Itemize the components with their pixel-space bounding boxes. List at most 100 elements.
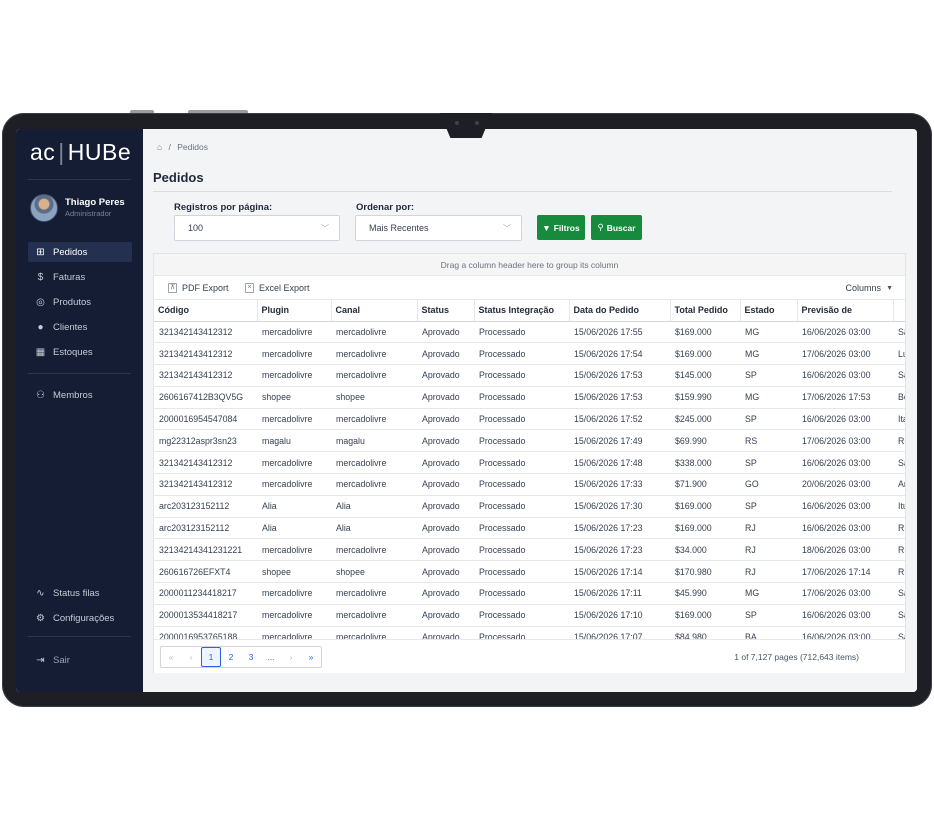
table-cell: Aprovado [417,321,474,344]
sidebar-item-estoques[interactable]: ▦ Estoques [28,342,132,362]
table-cell: 15/06/2026 17:30 [569,495,670,518]
table-cell: Aprovado [417,342,474,366]
table-cell: 321342143412312 [154,364,257,387]
table-row[interactable]: 321342143412312 mercadolivre mercadolivre A… [154,342,905,366]
column-header[interactable]: Previsão de [797,300,894,322]
order-select[interactable]: Mais Recentes ﹀ [355,215,522,241]
column-header[interactable]: Canal [331,300,418,322]
logout-label: Sair [53,654,70,666]
sidebar: ac | HUBe Thiago Peres Administrador ⊞ Ped… [16,129,143,692]
prev-page-button[interactable]: ‹ [181,647,201,667]
excel-icon: × [245,283,254,293]
last-page-button[interactable]: » [301,647,321,667]
table-row[interactable]: 2000016954547084 mercadolivre mercadolivre… [154,408,905,431]
table-row[interactable]: 321342143412312 mercadolivre mercadolivre A… [154,321,905,344]
page-2-button[interactable]: 2 [221,647,241,667]
table-row[interactable]: arc203123152112 Alia Alia Aprovado Processad… [154,495,905,518]
table-row[interactable]: arc203123152112 Alia Alia Aprovado Processad… [154,517,905,540]
column-header[interactable]: Data do Pedido [569,300,671,322]
table-cell: 16/06/2026 03:00 [797,604,893,627]
column-header[interactable]: Status Integração [474,300,570,322]
table-cell: mercadolivre [257,408,331,431]
sidebar-item-faturas[interactable]: $ Faturas [28,267,132,287]
table-cell: $71.900 [670,473,740,496]
sidebar-item-configuracoes[interactable]: ⚙ Configurações [28,608,132,628]
table-cell: Ri [893,517,905,540]
table-cell: mercadolivre [257,538,331,562]
table-row[interactable]: 2000013534418217 mercadolivre mercadolivre… [154,604,905,627]
sidebar-item-label: Estoques [53,346,93,358]
table-cell: mercadolivre [331,342,417,366]
filter-button[interactable]: ▼ Filtros [537,215,585,240]
order-label: Ordenar por: [356,202,415,213]
column-header[interactable]: Status [417,300,475,322]
table-cell: 16/06/2026 03:00 [797,517,893,540]
sidebar-item-produtos[interactable]: ◎ Produtos [28,292,132,312]
table-cell: mercadolivre [331,604,417,627]
table-row[interactable]: 2606167412B3QV5G shopee shopee Aprovado Proc… [154,386,905,409]
table-cell: mercadolivre [331,473,417,496]
table-cell: magalu [331,429,417,453]
main-content: ⌂ / Pedidos Pedidos Registros por página… [143,129,917,692]
column-header[interactable]: Plugin [257,300,332,322]
table-cell: Ri [893,429,905,453]
columns-button[interactable]: Columns ▼ [846,283,893,293]
table-cell: Alia [257,517,331,540]
column-header[interactable]: Total Pedido [670,300,741,322]
table-cell: Processado [474,560,569,584]
next-page-button[interactable]: › [281,647,301,667]
table-cell: arc203123152112 [154,495,257,518]
sidebar-item-clientes[interactable]: ● Clientes [28,317,132,337]
column-header[interactable]: Código [154,300,258,322]
pdf-export-button[interactable]: ⊼ PDF Export [168,283,229,293]
user-name: Thiago Peres [65,197,125,208]
table-cell: mercadolivre [257,342,331,366]
table-cell: 15/06/2026 17:14 [569,560,670,584]
search-button[interactable]: ⚲ Buscar [591,215,642,240]
sidebar-item-membros[interactable]: ⚇ Membros [28,385,132,405]
table-cell: mercadolivre [331,321,417,344]
excel-export-button[interactable]: × Excel Export [245,283,310,293]
table-cell: 321342143412312 [154,342,257,366]
table-cell: MG [740,582,797,605]
sidebar-item-label: Pedidos [53,246,88,258]
column-header[interactable] [893,300,905,322]
table-cell: 15/06/2026 17:48 [569,451,670,475]
logout-button[interactable]: ⇥ Sair [28,650,132,670]
table-row[interactable]: 260616726EFXT4 shopee shopee Aprovado Proces… [154,560,905,584]
column-header[interactable]: Estado [740,300,798,322]
table-cell: Ita [893,408,905,431]
user-profile[interactable]: Thiago Peres Administrador [30,194,140,224]
table-row[interactable]: 321342143412312 mercadolivre mercadolivre A… [154,364,905,387]
avatar [30,194,58,222]
table-row[interactable]: 32134214341231221 mercadolivre mercadolivr… [154,538,905,562]
table-row[interactable]: 2000016953765188 mercadolivre mercadolivre… [154,626,905,639]
sidebar-item-pedidos[interactable]: ⊞ Pedidos [28,242,132,262]
page-title: Pedidos [153,170,204,185]
table-cell: $84.980 [670,626,740,639]
table-cell: Processado [474,429,569,453]
table-cell: mg22312aspr3sn23 [154,429,257,453]
per-page-select[interactable]: 100 ﹀ [174,215,340,241]
home-icon[interactable]: ⌂ [157,142,162,152]
table-row[interactable]: 321342143412312 mercadolivre mercadolivre A… [154,451,905,475]
table-cell: SP [740,451,797,475]
sidebar-item-status-filas[interactable]: ∿ Status filas [28,583,132,603]
table-row[interactable]: mg22312aspr3sn23 magalu magalu Aprovado Proc… [154,429,905,453]
table-row[interactable]: 2000011234418217 mercadolivre mercadolivre… [154,582,905,605]
dollar-icon: $ [37,271,44,283]
users-icon: ⚇ [36,389,45,401]
table-row[interactable]: 321342143412312 mercadolivre mercadolivre A… [154,473,905,496]
page-more-button[interactable]: ... [261,647,281,667]
table-cell: 15/06/2026 17:10 [569,604,670,627]
table-cell: $159.990 [670,386,740,409]
filter-button-label: Filtros [553,222,580,233]
group-panel[interactable]: Drag a column header here to group its c… [154,254,905,276]
page-3-button[interactable]: 3 [241,647,261,667]
table-cell: mercadolivre [331,408,417,431]
user-icon: ● [37,321,44,333]
page-1-button[interactable]: 1 [201,647,221,667]
table-cell: $169.000 [670,604,740,627]
table-cell: 17/06/2026 17:53 [797,386,893,409]
first-page-button[interactable]: « [161,647,181,667]
